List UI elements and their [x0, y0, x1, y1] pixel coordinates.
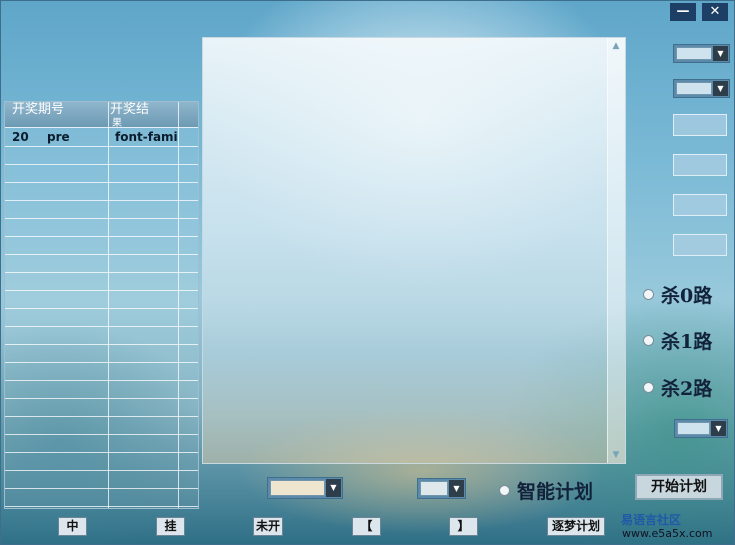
row-divider	[5, 452, 198, 453]
cell-result: font-fami	[115, 130, 178, 144]
history-table[interactable]: 开奖期号 开奖结 果 20 pre font-fami	[4, 101, 199, 509]
plan-output-textarea[interactable]: ▲ ▼	[202, 37, 626, 464]
close-button[interactable]: ✕	[702, 3, 728, 21]
radio-circle-icon[interactable]	[499, 485, 510, 496]
dropdown-value	[676, 47, 712, 60]
dropdown-value	[420, 481, 448, 496]
option-dropdown-2[interactable]: ▼	[673, 79, 730, 98]
column-header-result: 开奖结	[110, 102, 150, 117]
chevron-down-icon[interactable]: ▼	[449, 480, 464, 497]
radio-kill-2[interactable]: 杀2路	[643, 374, 712, 401]
miss-button[interactable]: 挂	[156, 517, 185, 536]
radio-label: 杀0路	[661, 285, 713, 307]
watermark-url: www.e5a5x.com	[622, 527, 713, 540]
row-divider	[5, 236, 198, 237]
row-divider	[5, 254, 198, 255]
scroll-up-icon[interactable]: ▲	[611, 41, 621, 51]
radio-circle-icon[interactable]	[643, 335, 654, 346]
row-divider	[5, 308, 198, 309]
radio-circle-icon[interactable]	[643, 289, 654, 300]
dropdown-value	[676, 82, 712, 95]
dropdown-value	[270, 480, 325, 496]
input-field-1[interactable]	[673, 114, 727, 136]
dropdown-value	[677, 422, 710, 435]
app-window: — ✕ 开奖期号 开奖结 果 20 pre font-fami ▲ ▼ ▼ ▼	[0, 0, 735, 545]
not-drawn-button[interactable]: 未开	[253, 517, 283, 536]
row-divider	[5, 506, 198, 507]
row-divider	[5, 470, 198, 471]
column-divider	[178, 102, 179, 508]
row-divider	[5, 218, 198, 219]
row-divider	[5, 434, 198, 435]
bottom-dropdown-1[interactable]: ▼	[267, 477, 343, 499]
chevron-down-icon[interactable]: ▼	[713, 46, 728, 61]
chevron-down-icon[interactable]: ▼	[711, 421, 726, 436]
right-bracket-button[interactable]: 】	[449, 517, 478, 536]
bottom-dropdown-2[interactable]: ▼	[417, 478, 466, 499]
chevron-down-icon[interactable]: ▼	[326, 479, 341, 497]
row-divider	[5, 344, 198, 345]
left-bracket-button[interactable]: 【	[352, 517, 381, 536]
row-divider	[5, 326, 198, 327]
row-divider	[5, 380, 198, 381]
radio-circle-icon[interactable]	[643, 382, 654, 393]
row-divider	[5, 164, 198, 165]
chevron-down-icon[interactable]: ▼	[713, 81, 728, 96]
column-divider	[108, 102, 109, 508]
radio-label: 智能计划	[517, 481, 594, 503]
row-divider	[5, 182, 198, 183]
vertical-scrollbar[interactable]: ▲ ▼	[607, 38, 625, 463]
row-divider	[5, 272, 198, 273]
radio-label: 杀1路	[661, 331, 713, 353]
start-plan-button[interactable]: 开始计划	[635, 474, 723, 500]
row-divider	[5, 416, 198, 417]
input-field-3[interactable]	[673, 194, 727, 216]
scroll-down-icon[interactable]: ▼	[611, 450, 621, 460]
radio-label: 杀2路	[661, 378, 713, 400]
table-header: 开奖期号 开奖结 果	[5, 102, 198, 129]
row-divider	[5, 362, 198, 363]
hit-button[interactable]: 中	[58, 517, 87, 536]
minimize-button[interactable]: —	[670, 3, 696, 21]
radio-kill-0[interactable]: 杀0路	[643, 281, 712, 308]
row-divider	[5, 488, 198, 489]
input-field-2[interactable]	[673, 154, 727, 176]
option-dropdown-1[interactable]: ▼	[673, 44, 730, 63]
cell-field: pre	[47, 130, 70, 144]
row-divider	[5, 146, 198, 147]
column-header-period: 开奖期号	[12, 102, 65, 117]
row-divider	[5, 290, 198, 291]
cell-period: 20	[12, 130, 29, 144]
watermark-text: 易语言社区	[621, 513, 682, 527]
option-dropdown-3[interactable]: ▼	[674, 419, 728, 438]
input-field-4[interactable]	[673, 234, 727, 256]
radio-smart-plan[interactable]: 智能计划	[499, 477, 593, 504]
dream-plan-button[interactable]: 逐梦计划	[547, 517, 605, 536]
radio-kill-1[interactable]: 杀1路	[643, 327, 712, 354]
row-divider	[5, 398, 198, 399]
row-divider	[5, 200, 198, 201]
